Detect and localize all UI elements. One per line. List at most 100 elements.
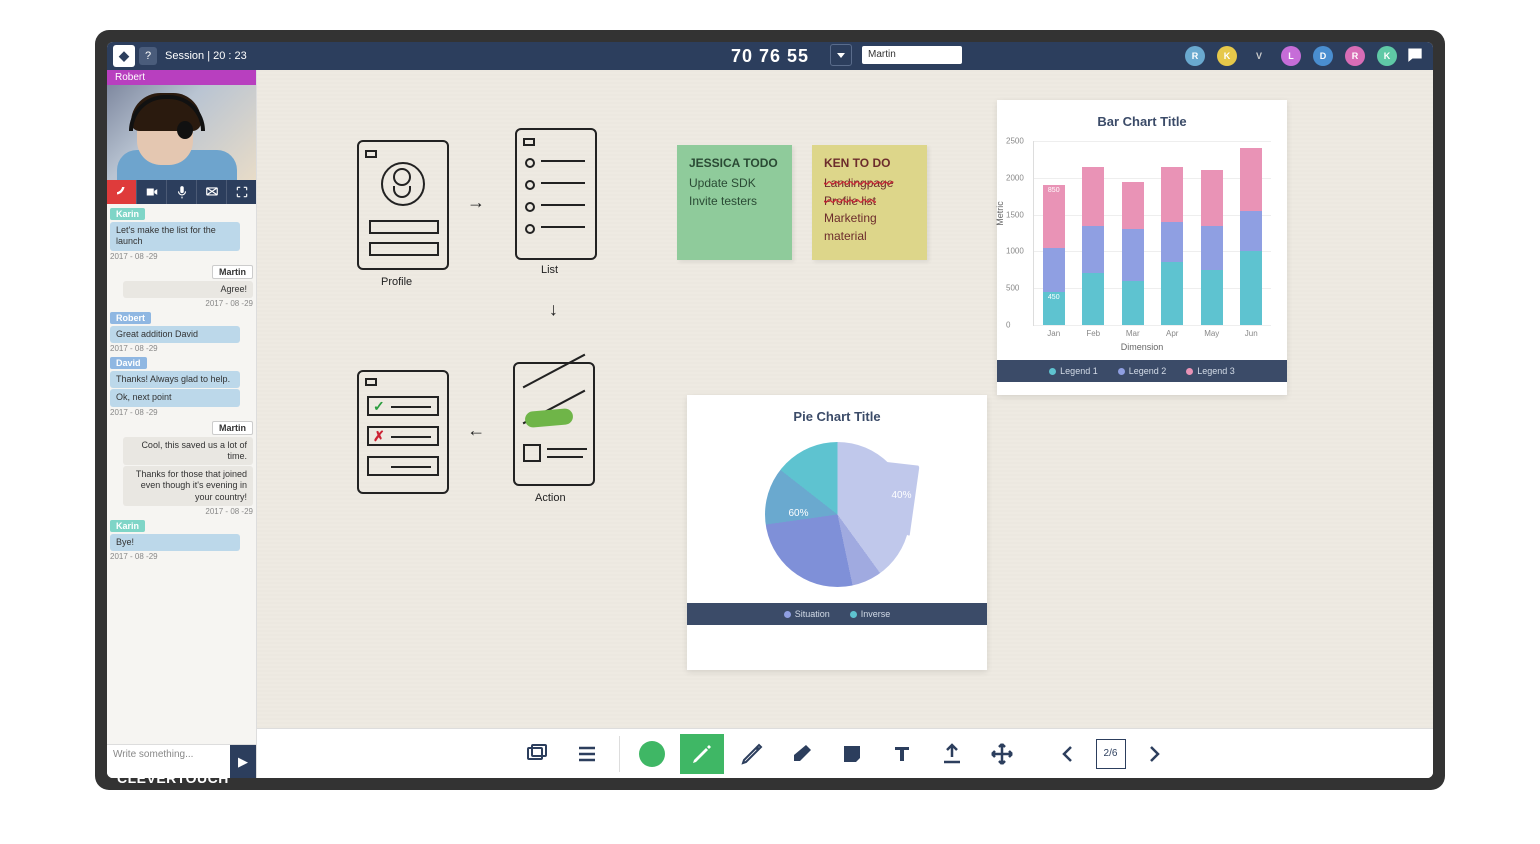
chat-message: Thanks! Always glad to help. — [110, 371, 240, 388]
help-button[interactable]: ? — [139, 47, 157, 65]
highlighter-tool[interactable] — [730, 734, 774, 774]
sticky-note-ken[interactable]: KEN TO DO Landingpage Profile list Marke… — [812, 145, 927, 260]
chat-timestamp: 2017 - 08 -29 — [110, 408, 253, 417]
chat-sender-name: Karin — [110, 208, 145, 220]
page-indicator[interactable]: 2/6 — [1096, 739, 1126, 769]
chart-legend: Legend 1 Legend 2 Legend 3 — [997, 360, 1287, 382]
sidebar: Robert — [107, 70, 257, 778]
participant-avatar[interactable]: R — [1185, 46, 1205, 66]
chat-message: Cool, this saved us a lot of time. — [123, 437, 253, 466]
chat-sender-name: David — [110, 357, 147, 369]
video-pane: Robert — [107, 70, 256, 204]
timer-dropdown[interactable] — [830, 44, 852, 66]
session-timer: 70 76 55 — [731, 46, 809, 67]
arrow-icon: → — [546, 302, 567, 320]
chat-timestamp: 2017 - 08 -29 — [110, 344, 253, 353]
bar-chart-panel[interactable]: Bar Chart Title Metric 05001000150020002… — [997, 100, 1287, 395]
sticky-title: JESSICA TODO — [689, 155, 780, 172]
y-axis-label: Metric — [995, 201, 1005, 226]
participant-avatar[interactable]: K — [1377, 46, 1397, 66]
chat-message: Ok, next point — [110, 389, 240, 406]
mic-button[interactable] — [166, 180, 196, 204]
chat-icon[interactable] — [1405, 46, 1425, 66]
pie-slice-label: 40% — [891, 490, 911, 501]
chat-timestamp: 2017 - 08 -29 — [110, 252, 253, 261]
app-logo-icon[interactable]: ◆ — [113, 45, 135, 67]
participant-avatar[interactable]: D — [1313, 46, 1333, 66]
chat-sender-name: Karin — [110, 520, 145, 532]
whiteboard-canvas[interactable]: Profile → List → — [257, 70, 1433, 778]
hangup-button[interactable] — [107, 180, 136, 204]
upload-button[interactable] — [930, 734, 974, 774]
x-axis-label: Dimension — [997, 342, 1287, 352]
chat-sender-name: Martin — [212, 421, 253, 435]
chart-legend: Situation Inverse — [687, 603, 987, 625]
chat-message: Let's make the list for the launch — [110, 222, 240, 251]
chat-panel: KarinLet's make the list for the launch2… — [107, 204, 256, 744]
pen-tool[interactable] — [680, 734, 724, 774]
chat-send-button[interactable]: ▶ — [230, 745, 256, 778]
participants-list: RKVLDRK — [1185, 42, 1397, 70]
sticky-line: Update SDK — [689, 175, 780, 192]
share-button[interactable] — [196, 180, 226, 204]
chat-message: Great addition David — [110, 326, 240, 343]
participant-search-input[interactable]: Martin — [862, 46, 962, 64]
sticky-note-jessica[interactable]: JESSICA TODO Update SDK Invite testers — [677, 145, 792, 260]
next-page-button[interactable] — [1132, 734, 1176, 774]
eraser-tool[interactable] — [780, 734, 824, 774]
legend-item: Situation — [784, 609, 830, 619]
move-tool[interactable] — [980, 734, 1024, 774]
slides-button[interactable] — [515, 734, 559, 774]
participant-avatar[interactable]: L — [1281, 46, 1301, 66]
video-participant-name: Robert — [107, 70, 256, 85]
sticky-line: Landingpage — [824, 175, 915, 192]
pie-chart: 60% 40% — [765, 442, 910, 587]
chart-title: Bar Chart Title — [997, 100, 1287, 137]
participant-avatar[interactable]: V — [1249, 46, 1269, 66]
fullscreen-button[interactable] — [226, 180, 256, 204]
chat-timestamp: 2017 - 08 -29 — [110, 299, 253, 308]
participant-avatar[interactable]: K — [1217, 46, 1237, 66]
legend-item: Legend 2 — [1118, 366, 1167, 376]
sketch-action-label: Action — [535, 492, 566, 504]
arrow-icon: → — [467, 420, 485, 441]
chat-message: Agree! — [123, 281, 253, 298]
chat-input[interactable]: Write something... — [107, 745, 230, 778]
pie-slice-label: 60% — [789, 508, 809, 519]
chat-sender-name: Robert — [110, 312, 151, 324]
menu-button[interactable] — [565, 734, 609, 774]
legend-item: Legend 1 — [1049, 366, 1098, 376]
chat-timestamp: 2017 - 08 -29 — [110, 507, 253, 516]
sketch-profile[interactable]: Profile — [357, 140, 457, 290]
chat-input-row: Write something... ▶ — [107, 744, 256, 778]
legend-item: Legend 3 — [1186, 366, 1235, 376]
legend-item: Inverse — [850, 609, 891, 619]
sketch-list-label: List — [541, 264, 558, 276]
sticky-line: Invite testers — [689, 193, 780, 210]
pie-chart-panel[interactable]: Pie Chart Title 60% 40% Situation Inverse — [687, 395, 987, 670]
sticky-line: Marketing material — [824, 210, 915, 245]
sticky-line: Profile list — [824, 193, 915, 210]
sketch-select[interactable]: ✓ ✗ — [357, 370, 457, 500]
chat-message: Thanks for those that joined even though… — [123, 466, 253, 506]
chart-title: Pie Chart Title — [687, 395, 987, 432]
arrow-icon: → — [467, 192, 485, 213]
bottom-toolbar: 2/6 — [257, 728, 1433, 778]
participant-avatar[interactable]: R — [1345, 46, 1365, 66]
sketch-action[interactable]: Action — [513, 362, 603, 512]
sketch-list[interactable]: List — [515, 128, 605, 278]
sketch-profile-label: Profile — [381, 276, 412, 288]
chat-timestamp: 2017 - 08 -29 — [110, 552, 253, 561]
session-label: Session | 20 : 23 — [165, 50, 247, 62]
topbar: ◆ ? Session | 20 : 23 70 76 55 Martin RK… — [107, 42, 1433, 70]
bar-chart: Metric 05001000150020002500450850JanFebM… — [1033, 141, 1271, 326]
chat-message: Bye! — [110, 534, 240, 551]
color-picker[interactable] — [630, 734, 674, 774]
camera-button[interactable] — [136, 180, 166, 204]
text-tool[interactable] — [880, 734, 924, 774]
note-tool[interactable] — [830, 734, 874, 774]
prev-page-button[interactable] — [1046, 734, 1090, 774]
video-controls — [107, 180, 256, 204]
video-feed[interactable] — [107, 85, 256, 180]
sticky-title: KEN TO DO — [824, 155, 915, 172]
